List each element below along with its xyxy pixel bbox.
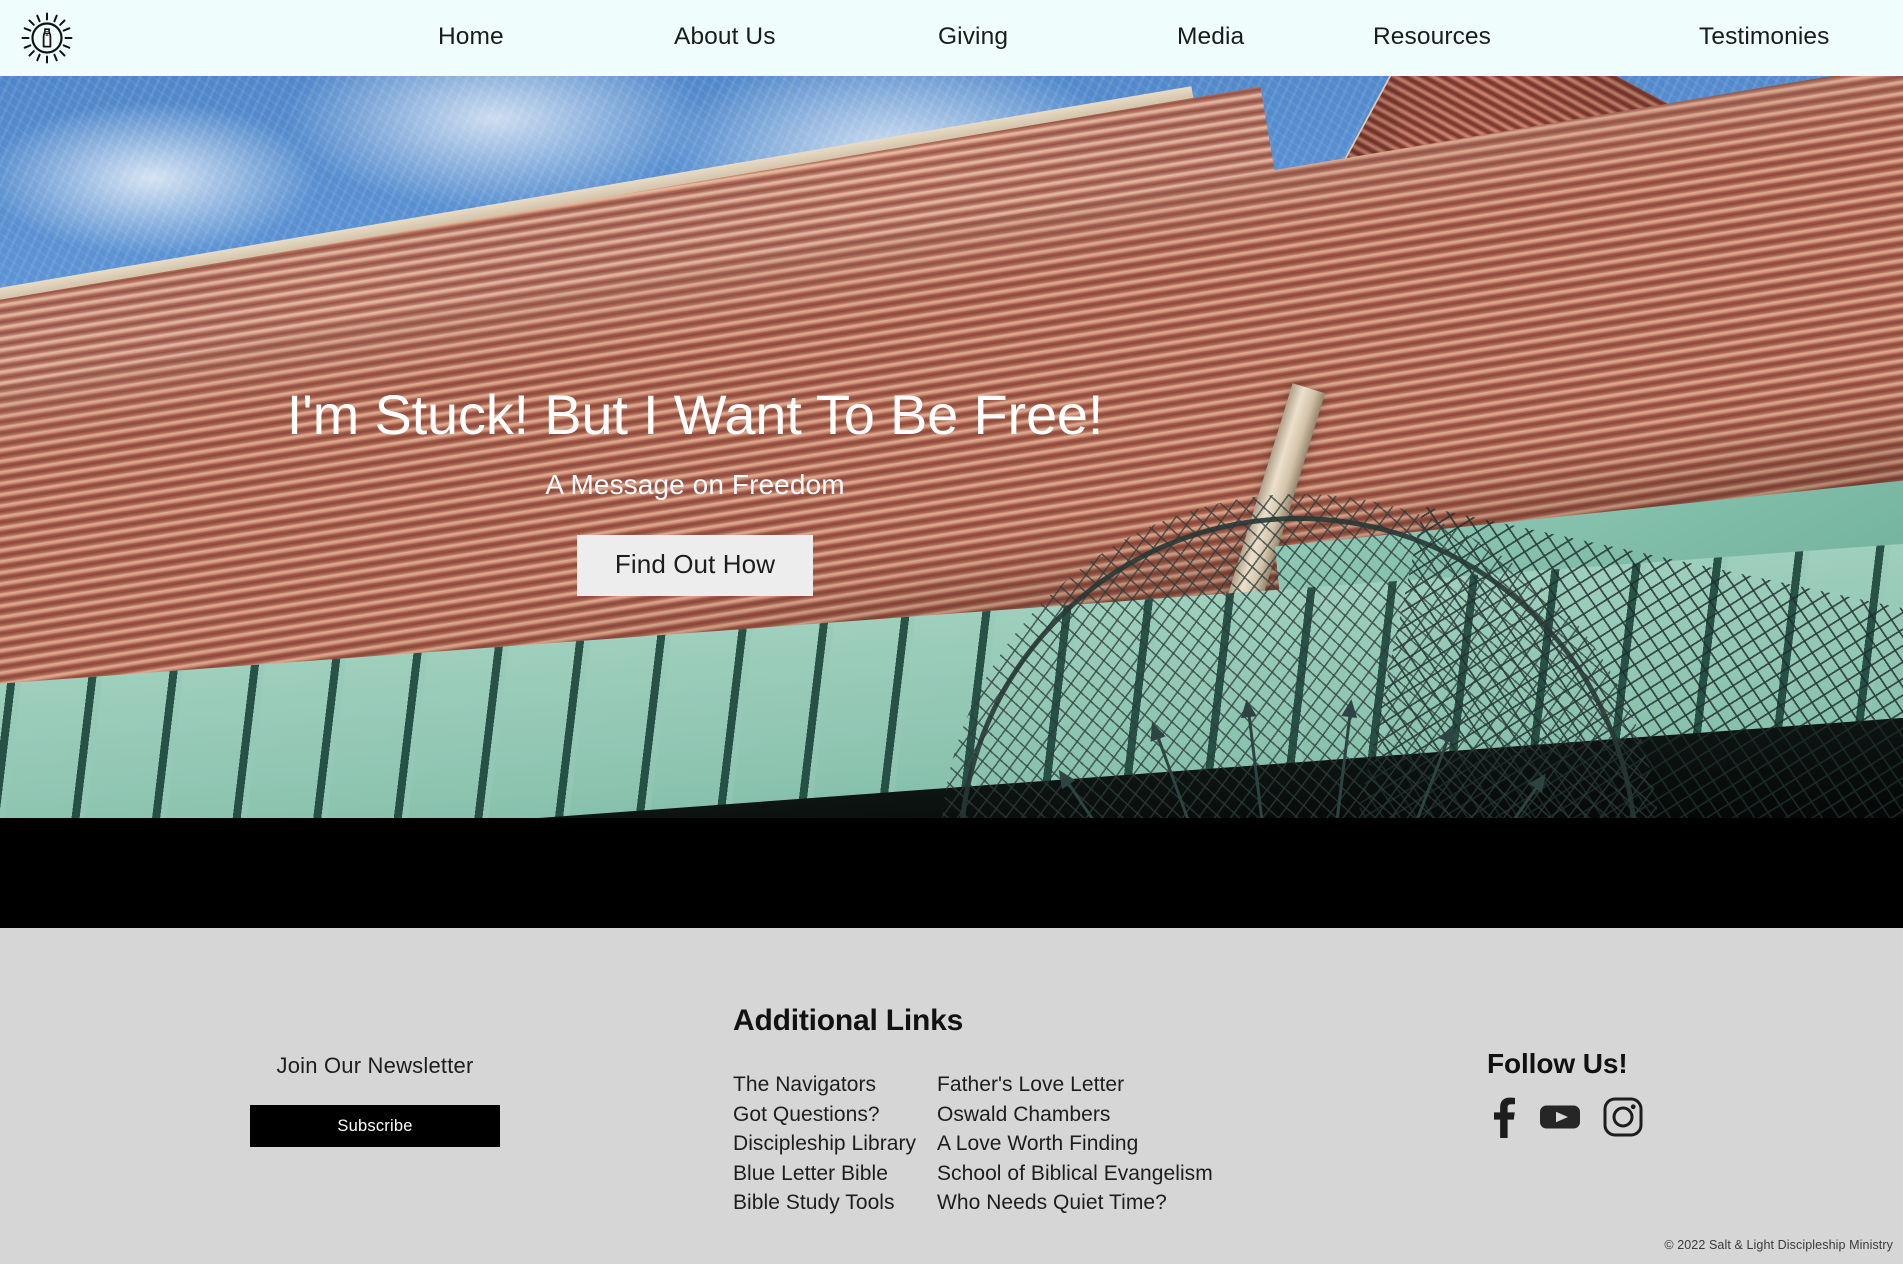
nav-item-home[interactable]: Home xyxy=(438,23,504,51)
subscribe-button[interactable]: Subscribe xyxy=(250,1105,500,1147)
additional-links-columns: The Navigators Got Questions? Disciplesh… xyxy=(733,1070,1237,1218)
instagram-icon[interactable] xyxy=(1603,1097,1643,1137)
footer-link-who-needs-quiet-time[interactable]: Who Needs Quiet Time? xyxy=(937,1188,1237,1218)
footer-link-fathers-love-letter[interactable]: Father's Love Letter xyxy=(937,1070,1237,1100)
find-out-how-button[interactable]: Find Out How xyxy=(576,534,814,596)
follow-us-title: Follow Us! xyxy=(1487,1048,1628,1079)
footer-link-blue-letter-bible[interactable]: Blue Letter Bible xyxy=(733,1159,937,1189)
youtube-icon[interactable] xyxy=(1539,1096,1581,1138)
copyright-text: © 2022 Salt & Light Discipleship Ministr… xyxy=(1664,1238,1893,1252)
hero-section: I'm Stuck! But I Want To Be Free! A Mess… xyxy=(0,76,1903,928)
footer-link-discipleship-library[interactable]: Discipleship Library xyxy=(733,1129,937,1159)
facebook-icon[interactable] xyxy=(1487,1096,1517,1138)
footer-link-a-love-worth-finding[interactable]: A Love Worth Finding xyxy=(937,1129,1237,1159)
additional-links-block: Additional Links The Navigators Got Ques… xyxy=(733,1004,1237,1218)
nav-item-media[interactable]: Media xyxy=(1177,23,1244,51)
footer-link-school-of-biblical-evangelism[interactable]: School of Biblical Evangelism xyxy=(937,1159,1237,1189)
newsletter-title: Join Our Newsletter xyxy=(276,1053,474,1078)
social-icons-row xyxy=(1487,1096,1643,1138)
links-column-2: Father's Love Letter Oswald Chambers A L… xyxy=(937,1070,1237,1218)
primary-nav: Home About Us Giving Media Resources Tes… xyxy=(400,0,1903,76)
nav-item-about-us[interactable]: About Us xyxy=(674,23,776,51)
footer-link-oswald-chambers[interactable]: Oswald Chambers xyxy=(937,1100,1237,1130)
page-root: Home About Us Giving Media Resources Tes… xyxy=(0,0,1903,1264)
salt-shaker-light-rays-icon xyxy=(21,12,73,64)
footer-link-bible-study-tools[interactable]: Bible Study Tools xyxy=(733,1188,937,1218)
hero-bottom-shadow xyxy=(0,818,1903,928)
links-column-1: The Navigators Got Questions? Disciplesh… xyxy=(733,1070,937,1218)
newsletter-signup: Join Our Newsletter Subscribe xyxy=(250,1053,500,1147)
nav-item-giving[interactable]: Giving xyxy=(938,23,1008,51)
additional-links-heading: Additional Links xyxy=(733,1004,964,1037)
site-footer: Join Our Newsletter Subscribe Additional… xyxy=(0,928,1903,1264)
nav-item-resources[interactable]: Resources xyxy=(1373,23,1491,51)
nav-item-testimonies[interactable]: Testimonies xyxy=(1699,23,1829,51)
follow-us-block: Follow Us! xyxy=(1487,1048,1643,1138)
top-navigation-bar: Home About Us Giving Media Resources Tes… xyxy=(0,0,1903,76)
hero-background-photo xyxy=(0,76,1903,928)
site-logo[interactable] xyxy=(14,4,80,72)
footer-link-got-questions[interactable]: Got Questions? xyxy=(733,1100,937,1130)
footer-link-the-navigators[interactable]: The Navigators xyxy=(733,1070,937,1100)
